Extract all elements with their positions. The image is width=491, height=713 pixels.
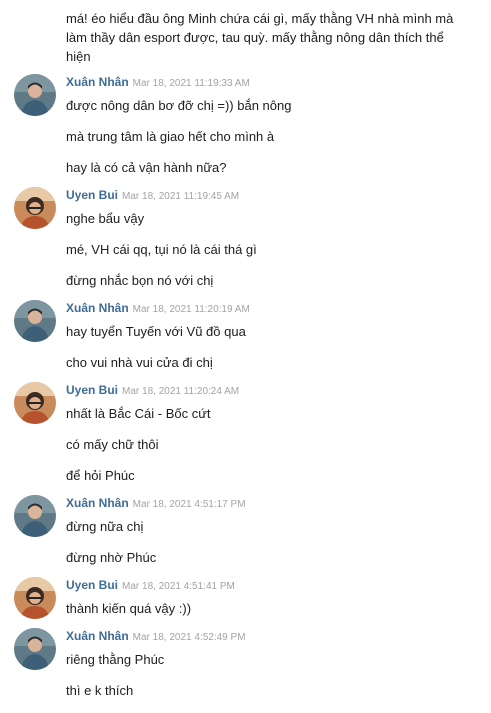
author-name[interactable]: Xuân Nhân: [66, 75, 129, 89]
message-text: được nông dân bơ đỡ chị =)) bắn nông: [66, 98, 292, 113]
message-text: hay tuyển Tuyến với Vũ đồ qua: [66, 324, 246, 339]
timestamp: Mar 18, 2021 11:19:45 AM: [122, 191, 240, 202]
timestamp: Mar 18, 2021 11:20:19 AM: [132, 304, 250, 315]
message-text: đừng nhờ Phúc: [66, 550, 157, 565]
avatar[interactable]: [14, 300, 56, 342]
message-text: hay là có cả vận hành nữa?: [66, 160, 227, 175]
author-name[interactable]: Uyen Bui: [66, 383, 118, 397]
avatar[interactable]: [14, 382, 56, 424]
avatar[interactable]: [14, 628, 56, 670]
timestamp: Mar 18, 2021 4:51:17 PM: [132, 499, 246, 510]
avatar[interactable]: [14, 74, 56, 116]
message-header: Uyen Bui Mar 18, 2021 11:19:45 AM: [66, 187, 239, 203]
avatar[interactable]: [14, 495, 56, 537]
timestamp: Mar 18, 2021 4:51:41 PM: [122, 581, 235, 592]
timestamp: Mar 18, 2021 4:52:49 PM: [132, 632, 246, 643]
message-text: nhất là Bắc Cái - Bốc cứt: [66, 406, 211, 421]
timestamp: Mar 18, 2021 11:19:33 AM: [132, 78, 250, 89]
message-header: Xuân Nhân Mar 18, 2021 4:52:49 PM: [66, 628, 246, 644]
author-name[interactable]: Xuân Nhân: [66, 629, 129, 643]
message-text: có mấy chữ thôi: [66, 437, 159, 452]
message-text: thì e k thích: [66, 683, 134, 698]
message-text: má! éo hiểu đầu ông Minh chứa cái gì, mấ…: [66, 11, 454, 64]
message-text: mà trung tâm là giao hết cho mình à: [66, 129, 275, 144]
timestamp: Mar 18, 2021 11:20:24 AM: [122, 386, 240, 397]
message-text: cho vui nhà vui cửa đi chị: [66, 355, 213, 370]
message-text: riêng thằng Phúc: [66, 652, 165, 667]
author-name[interactable]: Uyen Bui: [66, 188, 118, 202]
message-header: Xuân Nhân Mar 18, 2021 4:51:17 PM: [66, 495, 246, 511]
message-header: Uyen Bui Mar 18, 2021 11:20:24 AM: [66, 382, 239, 398]
message-header: Uyen Bui Mar 18, 2021 4:51:41 PM: [66, 577, 235, 593]
avatar-xuan-nhan-image: [14, 628, 56, 670]
message-text: để hỏi Phúc: [66, 468, 135, 483]
message-header: Xuân Nhân Mar 18, 2021 11:19:33 AM: [66, 74, 250, 90]
message-header: Xuân Nhân Mar 18, 2021 11:20:19 AM: [66, 300, 250, 316]
avatar[interactable]: [14, 577, 56, 619]
message-text: mé, VH cái qq, tụi nó là cái thá gì: [66, 242, 257, 257]
message-text: đừng nữa chị: [66, 519, 144, 534]
author-name[interactable]: Uyen Bui: [66, 578, 118, 592]
avatar-uyen-bui-image: [14, 187, 56, 229]
avatar-xuan-nhan-image: [14, 495, 56, 537]
author-name[interactable]: Xuân Nhân: [66, 496, 129, 510]
message-text: đừng nhắc bọn nó với chị: [66, 273, 214, 288]
author-name[interactable]: Xuân Nhân: [66, 301, 129, 315]
avatar-uyen-bui-image: [14, 382, 56, 424]
avatar[interactable]: [14, 187, 56, 229]
avatar-xuan-nhan-image: [14, 74, 56, 116]
message-text: nghe bẩu vậy: [66, 211, 145, 226]
avatar-uyen-bui-image: [14, 577, 56, 619]
message-text: thành kiến quá vậy :)): [66, 601, 192, 616]
avatar-xuan-nhan-image: [14, 300, 56, 342]
